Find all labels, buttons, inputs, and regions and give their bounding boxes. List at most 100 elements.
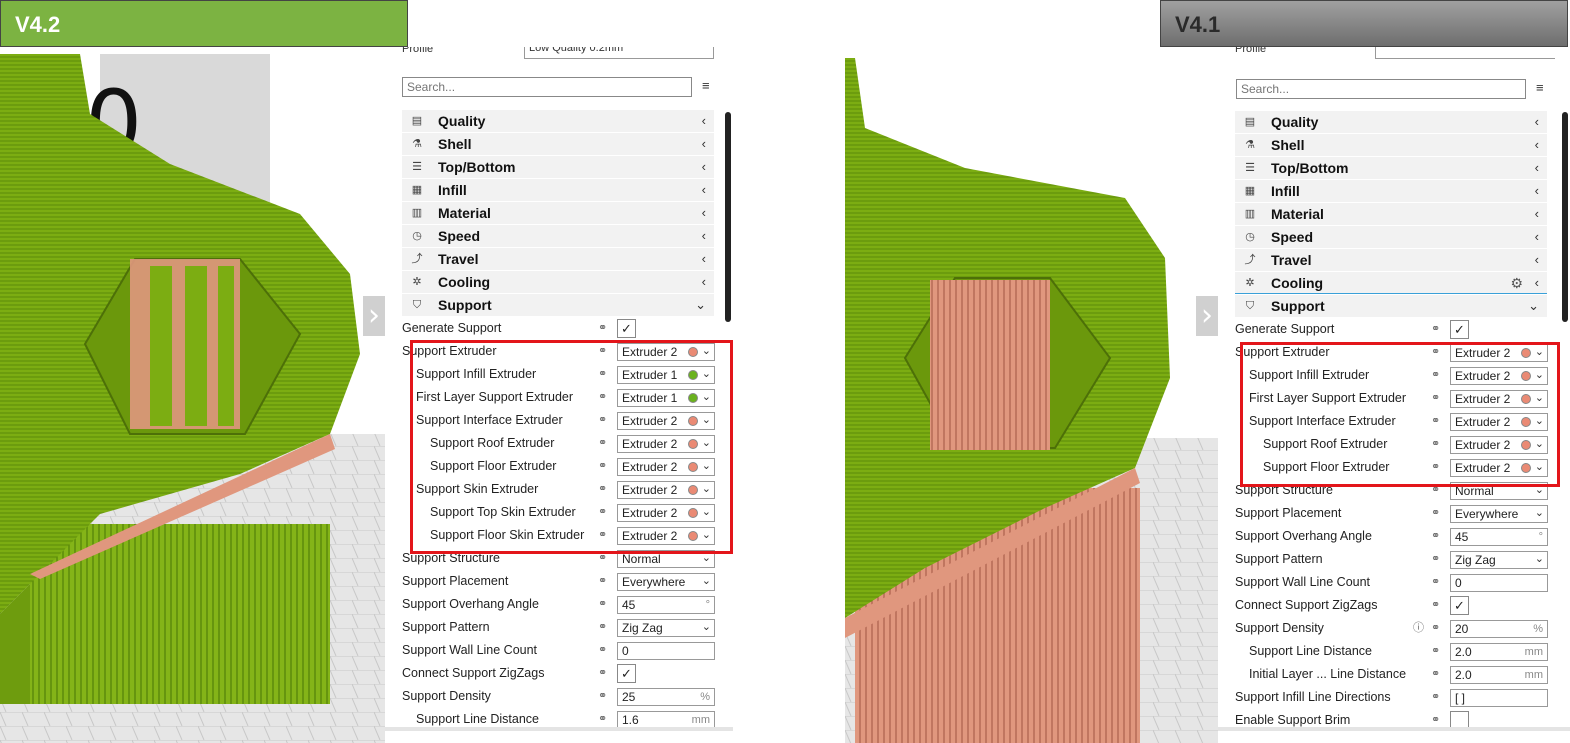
setting-value: Zig Zag	[1455, 553, 1496, 567]
link-icon: ⚭	[1431, 530, 1441, 542]
category-travel[interactable]: ⤴ Travel ‹	[402, 248, 714, 270]
setting-row: Connect Support ZigZags ⚭ ✓	[402, 662, 720, 685]
highlight-box-left	[410, 340, 733, 554]
scrollbar[interactable]	[725, 112, 731, 322]
chevron-down-icon: ⌄	[1534, 507, 1544, 519]
profile-select[interactable]	[1375, 47, 1555, 59]
category-support[interactable]: ⛉ Support ⌄	[1235, 295, 1547, 317]
setting-label: Connect Support ZigZags	[1235, 598, 1378, 612]
setting-select[interactable]: Zig Zag ⌄	[1450, 551, 1548, 569]
setting-unit: %	[700, 691, 710, 703]
category-label: Top/Bottom	[438, 159, 516, 175]
link-icon: ⚭	[1431, 323, 1441, 335]
chevron-left-icon: ‹	[701, 251, 706, 266]
category-material[interactable]: ▥ Material ‹	[402, 202, 714, 224]
category-label: Quality	[438, 113, 486, 129]
viewport-3d-right[interactable]: ›	[845, 58, 1218, 743]
panel-bottom-rule	[1218, 727, 1570, 731]
gear-icon[interactable]: ⚙	[1510, 272, 1523, 294]
category-shell[interactable]: ⚗ Shell ‹	[402, 133, 714, 155]
setting-value: [ ]	[1455, 691, 1466, 705]
chevron-left-icon: ‹	[1534, 114, 1539, 129]
setting-value: 2.0	[1455, 668, 1472, 682]
setting-checkbox[interactable]: ✓	[617, 319, 636, 338]
info-icon[interactable]: ⓘ	[1413, 617, 1424, 639]
chevron-down-icon: ⌄	[701, 621, 711, 633]
infill-icon: ▦	[411, 184, 423, 196]
category-infill[interactable]: ▦ Infill ‹	[402, 179, 714, 201]
viewport-3d-left[interactable]: 0 ›	[0, 54, 385, 743]
setting-input[interactable]: 45 °	[1450, 528, 1548, 546]
profile-row: Profile Low Quality 0.2mm	[402, 47, 722, 61]
setting-input[interactable]: 2.0 mm	[1450, 666, 1548, 684]
setting-input[interactable]: 20%	[1450, 620, 1548, 638]
category-top-bottom[interactable]: ☰ Top/Bottom ‹	[402, 156, 714, 178]
link-icon: ⚭	[1431, 645, 1441, 657]
category-label: Material	[1271, 206, 1324, 222]
category-label: Speed	[1271, 229, 1314, 245]
category-cooling[interactable]: ✲ Cooling ‹	[402, 271, 714, 293]
category-cooling[interactable]: ✲ Cooling ‹ ⚙	[1235, 272, 1547, 294]
category-support[interactable]: ⛉ Support ⌄	[402, 294, 714, 316]
setting-label: Support Wall Line Count	[402, 643, 538, 657]
setting-value: 45	[1455, 530, 1469, 544]
setting-value: Everywhere	[622, 575, 686, 589]
setting-row: Support Pattern ⚭ Zig Zag ⌄	[1235, 548, 1553, 571]
setting-label: Support Pattern	[1235, 552, 1323, 566]
scrollbar[interactable]	[1562, 112, 1568, 322]
link-icon: ⚭	[1431, 507, 1441, 519]
setting-unit: mm	[691, 714, 710, 726]
profile-select[interactable]: Low Quality 0.2mm	[524, 47, 714, 59]
setting-select[interactable]: Everywhere ⌄	[617, 573, 715, 591]
setting-input[interactable]: 45 °	[617, 596, 715, 614]
chevron-down-icon: ⌄	[695, 297, 706, 312]
setting-input[interactable]: 0	[617, 642, 715, 660]
setting-select[interactable]: Zig Zag ⌄	[617, 619, 715, 637]
setting-checkbox[interactable]: ✓	[1450, 596, 1469, 615]
setting-unit: %	[1533, 623, 1543, 635]
setting-select[interactable]: Everywhere ⌄	[1450, 505, 1548, 523]
link-icon: ⚭	[1431, 553, 1441, 565]
category-speed[interactable]: ◷ Speed ‹	[1235, 226, 1547, 248]
settings-search-input[interactable]	[1236, 79, 1526, 99]
chevron-left-icon: ‹	[1534, 160, 1539, 175]
category-top-bottom[interactable]: ☰ Top/Bottom ‹	[1235, 157, 1547, 179]
menu-icon[interactable]: ≡	[1536, 80, 1548, 95]
category-label: Support	[1271, 298, 1325, 314]
link-icon: ⚭	[598, 322, 608, 334]
version-label-v41: V4.1	[1160, 0, 1568, 47]
setting-label: Support Wall Line Count	[1235, 575, 1371, 589]
panel-bottom-rule	[385, 727, 733, 731]
category-speed[interactable]: ◷ Speed ‹	[402, 225, 714, 247]
category-label: Travel	[438, 251, 479, 267]
link-icon: ⚭	[1431, 576, 1441, 588]
setting-value: Zig Zag	[622, 621, 663, 635]
settings-search-input[interactable]	[402, 77, 692, 97]
setting-row: Support Overhang Angle ⚭ 45 °	[402, 593, 720, 616]
category-infill[interactable]: ▦ Infill ‹	[1235, 180, 1547, 202]
category-quality[interactable]: ▤ Quality ‹	[1235, 111, 1547, 133]
support-icon: ⛉	[412, 299, 422, 311]
category-travel[interactable]: ⤴ Travel ‹	[1235, 249, 1547, 271]
menu-icon[interactable]: ≡	[702, 78, 714, 93]
setting-checkbox[interactable]: ✓	[617, 664, 636, 683]
category-label: Infill	[438, 182, 467, 198]
setting-input[interactable]: 0	[1450, 574, 1548, 592]
setting-row: Connect Support ZigZags ⚭ ✓	[1235, 594, 1553, 617]
link-icon: ⚭	[1431, 668, 1441, 680]
expand-panel-arrow-left[interactable]: ›	[363, 296, 385, 336]
setting-input[interactable]: 2.0 mm	[1450, 643, 1548, 661]
chevron-left-icon: ‹	[701, 274, 706, 289]
category-quality[interactable]: ▤ Quality ‹	[402, 110, 714, 132]
chevron-down-icon: ⌄	[1528, 298, 1539, 313]
link-icon: ⚭	[598, 598, 608, 610]
category-shell[interactable]: ⚗ Shell ‹	[1235, 134, 1547, 156]
category-label: Speed	[438, 228, 481, 244]
chevron-left-icon: ‹	[701, 159, 706, 174]
setting-input[interactable]: [ ]	[1450, 689, 1548, 707]
category-material[interactable]: ▥ Material ‹	[1235, 203, 1547, 225]
setting-checkbox[interactable]: ✓	[1450, 320, 1469, 339]
setting-input[interactable]: 25%	[617, 688, 715, 706]
expand-panel-arrow-right[interactable]: ›	[1196, 296, 1218, 336]
category-label: Quality	[1271, 114, 1319, 130]
